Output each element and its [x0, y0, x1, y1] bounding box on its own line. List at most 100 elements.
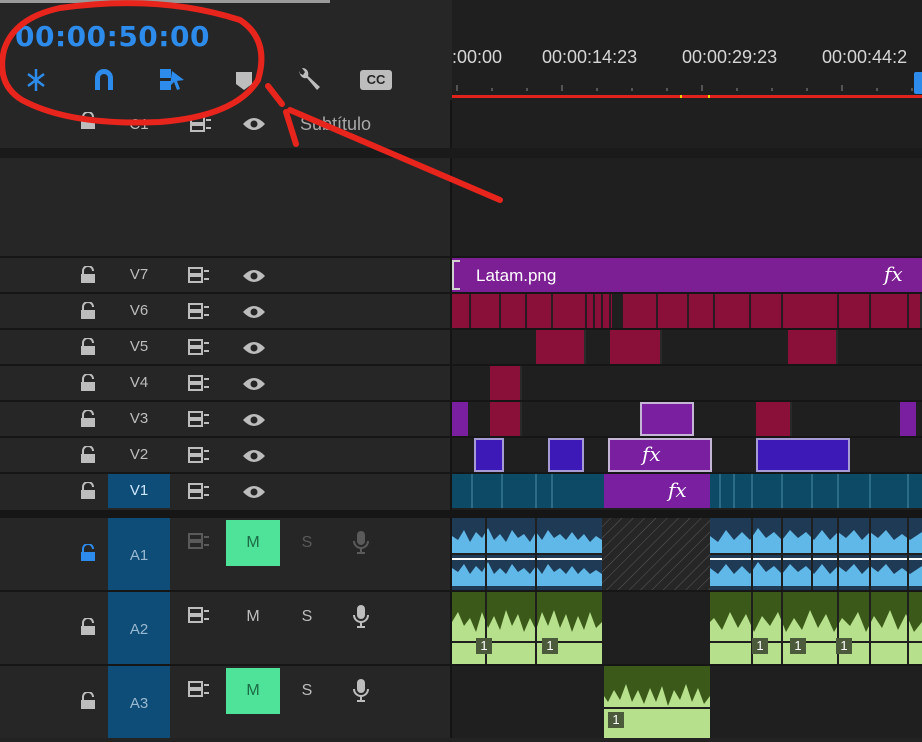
track-divider [0, 148, 922, 158]
track-label[interactable]: V1 [108, 474, 170, 508]
microphone-icon[interactable] [352, 604, 370, 634]
clip-v2-1[interactable] [474, 438, 504, 472]
lock-icon[interactable] [80, 481, 96, 504]
track-label[interactable]: A2 [108, 592, 170, 664]
toggle-sync-icon[interactable] [188, 266, 210, 288]
solo-button[interactable]: S [280, 594, 334, 640]
toggle-sync-icon[interactable] [188, 410, 210, 432]
solo-button[interactable]: S [280, 520, 334, 566]
ruler-ticks[interactable] [452, 76, 922, 91]
caption-track-c1[interactable]: C1 [0, 100, 922, 148]
clip-v3-2[interactable] [490, 402, 522, 436]
track-label[interactable]: V5 [108, 338, 170, 355]
toggle-sync-icon[interactable] [188, 482, 210, 504]
video-track-header[interactable]: V4 [0, 364, 922, 402]
marker-tick-2 [708, 95, 710, 98]
wrench-icon[interactable] [292, 64, 324, 96]
scroll-indicator[interactable] [0, 0, 330, 3]
track-label[interactable]: V4 [108, 374, 170, 391]
clip-v5-3[interactable] [788, 330, 838, 364]
ruler-tc-1: 00:00:14:23 [542, 47, 638, 67]
lock-icon[interactable] [80, 409, 96, 432]
track-label[interactable]: V2 [108, 446, 170, 463]
snap-icon[interactable] [20, 64, 52, 96]
clip-name: Latam.png [476, 266, 557, 285]
toggle-sync-icon[interactable] [188, 302, 210, 324]
ruler-tc-0: :00:00 [452, 47, 503, 67]
mute-button[interactable]: M [226, 520, 280, 566]
toggle-sync-icon[interactable] [188, 680, 210, 702]
lock-icon[interactable] [80, 373, 96, 396]
fx-badge: fx [884, 262, 903, 286]
captions-label: CC [360, 70, 392, 90]
lock-icon[interactable] [80, 691, 96, 714]
microphone-icon[interactable] [352, 530, 370, 560]
clip-v5-1[interactable] [536, 330, 586, 364]
fx-badge: fx [642, 442, 661, 466]
clip-number: 1 [608, 712, 624, 728]
microphone-icon[interactable] [352, 678, 370, 708]
clip-v2-2[interactable] [548, 438, 584, 472]
clip-number: 1 [752, 638, 768, 654]
video-track-header[interactable]: V5 [0, 328, 922, 366]
track-label: C1 [129, 116, 149, 133]
lock-icon[interactable] [80, 111, 96, 134]
clip-v1-adjust[interactable] [604, 474, 710, 508]
toggle-sync-icon[interactable] [188, 374, 210, 396]
clip-edge[interactable] [452, 260, 460, 290]
clip-number: 1 [542, 638, 558, 654]
track-label[interactable]: V6 [108, 302, 170, 319]
track-divider [0, 328, 922, 330]
track-label[interactable]: V3 [108, 410, 170, 427]
track-label[interactable]: V7 [108, 266, 170, 283]
toggle-sync-icon[interactable] [188, 532, 210, 554]
toggle-sync-icon[interactable] [188, 446, 210, 468]
mute-button[interactable]: M [226, 668, 280, 714]
eye-icon[interactable] [242, 304, 266, 324]
mute-button[interactable]: M [226, 594, 280, 640]
clip-v3-1[interactable] [452, 402, 468, 436]
eye-icon[interactable] [242, 376, 266, 396]
captions-icon[interactable]: CC [358, 64, 394, 96]
lock-icon[interactable] [80, 265, 96, 288]
caption-track-name: Subtítulo [300, 114, 372, 134]
fx-badge: fx [668, 478, 687, 502]
ruler-tc-2: 00:00:29:23 [682, 47, 778, 67]
eye-icon[interactable] [242, 116, 266, 136]
clip-v5-2[interactable] [610, 330, 662, 364]
playhead-handle[interactable] [914, 72, 922, 94]
magnet-icon[interactable] [88, 64, 120, 96]
work-area-bar[interactable] [452, 95, 922, 98]
marker-icon[interactable] [228, 64, 260, 96]
track-divider [0, 364, 922, 366]
lock-icon[interactable] [80, 445, 96, 468]
lock-icon[interactable] [80, 301, 96, 324]
linked-selection-icon[interactable] [156, 64, 188, 96]
eye-icon[interactable] [242, 412, 266, 432]
v6-cuts [452, 294, 922, 328]
track-divider [0, 510, 922, 518]
clip-v2-3[interactable] [756, 438, 850, 472]
playhead-timecode[interactable]: 00:00:50:00 [15, 20, 210, 53]
lock-icon[interactable] [80, 543, 96, 566]
clip-v3-3[interactable] [640, 402, 694, 436]
track-label[interactable]: A3 [108, 666, 170, 738]
audio-track-header[interactable]: A3 M S [0, 664, 922, 738]
eye-icon[interactable] [242, 484, 266, 504]
lock-icon[interactable] [80, 337, 96, 360]
eye-icon[interactable] [242, 340, 266, 360]
solo-button[interactable]: S [280, 668, 334, 714]
eye-icon[interactable] [242, 268, 266, 288]
clip-v3-4[interactable] [756, 402, 792, 436]
clip-v4[interactable] [490, 366, 522, 400]
clip-number: 1 [476, 638, 492, 654]
eye-icon[interactable] [242, 448, 266, 468]
track-label[interactable]: A1 [108, 518, 170, 590]
toggle-sync-icon[interactable] [188, 606, 210, 628]
lock-icon[interactable] [80, 617, 96, 640]
clip-number: 1 [836, 638, 852, 654]
ruler-tc-3: 00:00:44:2 [822, 47, 908, 67]
clip-v3-5[interactable] [900, 402, 916, 436]
toggle-sync-icon[interactable] [190, 115, 212, 137]
toggle-sync-icon[interactable] [188, 338, 210, 360]
